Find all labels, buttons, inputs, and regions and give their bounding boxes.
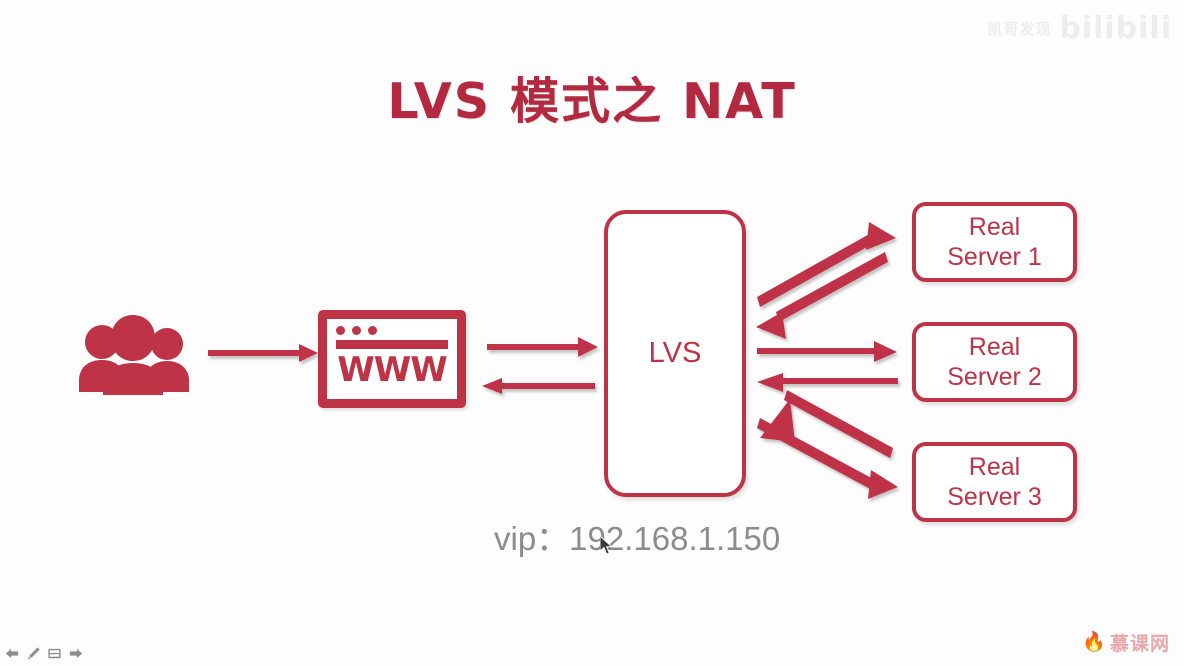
browser-address-bar — [336, 340, 448, 349]
www-browser-icon: WWW — [318, 310, 466, 408]
arrow-lvs-to-browser — [482, 378, 595, 394]
real-server-1-line1: Real — [968, 213, 1021, 241]
browser-www-label: WWW — [337, 350, 448, 390]
bilibili-watermark-brand: bilibili — [1059, 11, 1172, 46]
real-server-2-node: Real Server 2 — [912, 322, 1077, 402]
arrow-left-icon[interactable] — [3, 643, 22, 663]
real-server-2-line1: Real — [968, 333, 1021, 361]
users-group-icon — [68, 300, 198, 403]
flame-icon: 🔥 — [1082, 632, 1106, 653]
arrow-lvs-to-real-server-3 — [757, 418, 898, 499]
arrow-real-server-3-to-lvs — [760, 390, 893, 458]
real-server-1-node: Real Server 1 — [912, 202, 1077, 282]
bilibili-watermark: 凯哥发现 bilibili — [987, 14, 1172, 44]
pencil-icon[interactable] — [24, 643, 43, 663]
real-server-2-line2: Server 2 — [947, 363, 1042, 391]
browser-dot — [336, 326, 345, 335]
arrow-lvs-to-real-server-1 — [757, 222, 896, 307]
browser-dot — [352, 326, 361, 335]
arrow-real-server-2-to-lvs — [757, 373, 898, 392]
whiteboard-icon[interactable] — [45, 643, 64, 663]
arrow-real-server-1-to-lvs — [756, 252, 888, 339]
mouse-cursor — [599, 534, 613, 555]
lvs-label: LVS — [648, 337, 702, 369]
real-server-1-line2: Server 1 — [947, 243, 1042, 271]
lvs-node: LVS — [604, 210, 746, 497]
arrow-right-icon[interactable] — [66, 643, 85, 663]
arrow-users-to-browser — [208, 344, 318, 362]
arrow-lvs-to-real-server-2 — [757, 341, 897, 362]
imooc-watermark-brand: 慕课网 — [1109, 633, 1170, 655]
slide-toolbar[interactable] — [3, 643, 85, 663]
slide-canvas: 凯哥发现 bilibili LVS 模式之 NAT WWW LVS Real S… — [0, 0, 1184, 666]
browser-dots — [336, 326, 448, 335]
real-server-3-line1: Real — [968, 453, 1021, 481]
arrow-browser-to-lvs — [487, 337, 598, 357]
real-server-3-node: Real Server 3 — [912, 442, 1077, 522]
browser-dot — [368, 326, 377, 335]
page-title: LVS 模式之 NAT — [387, 73, 797, 130]
imooc-watermark: 🔥 慕课网 — [1082, 629, 1170, 656]
real-server-3-line2: Server 3 — [947, 483, 1042, 511]
bilibili-watermark-sub: 凯哥发现 — [987, 20, 1052, 38]
vip-label: vip：192.168.1.150 — [494, 520, 781, 557]
